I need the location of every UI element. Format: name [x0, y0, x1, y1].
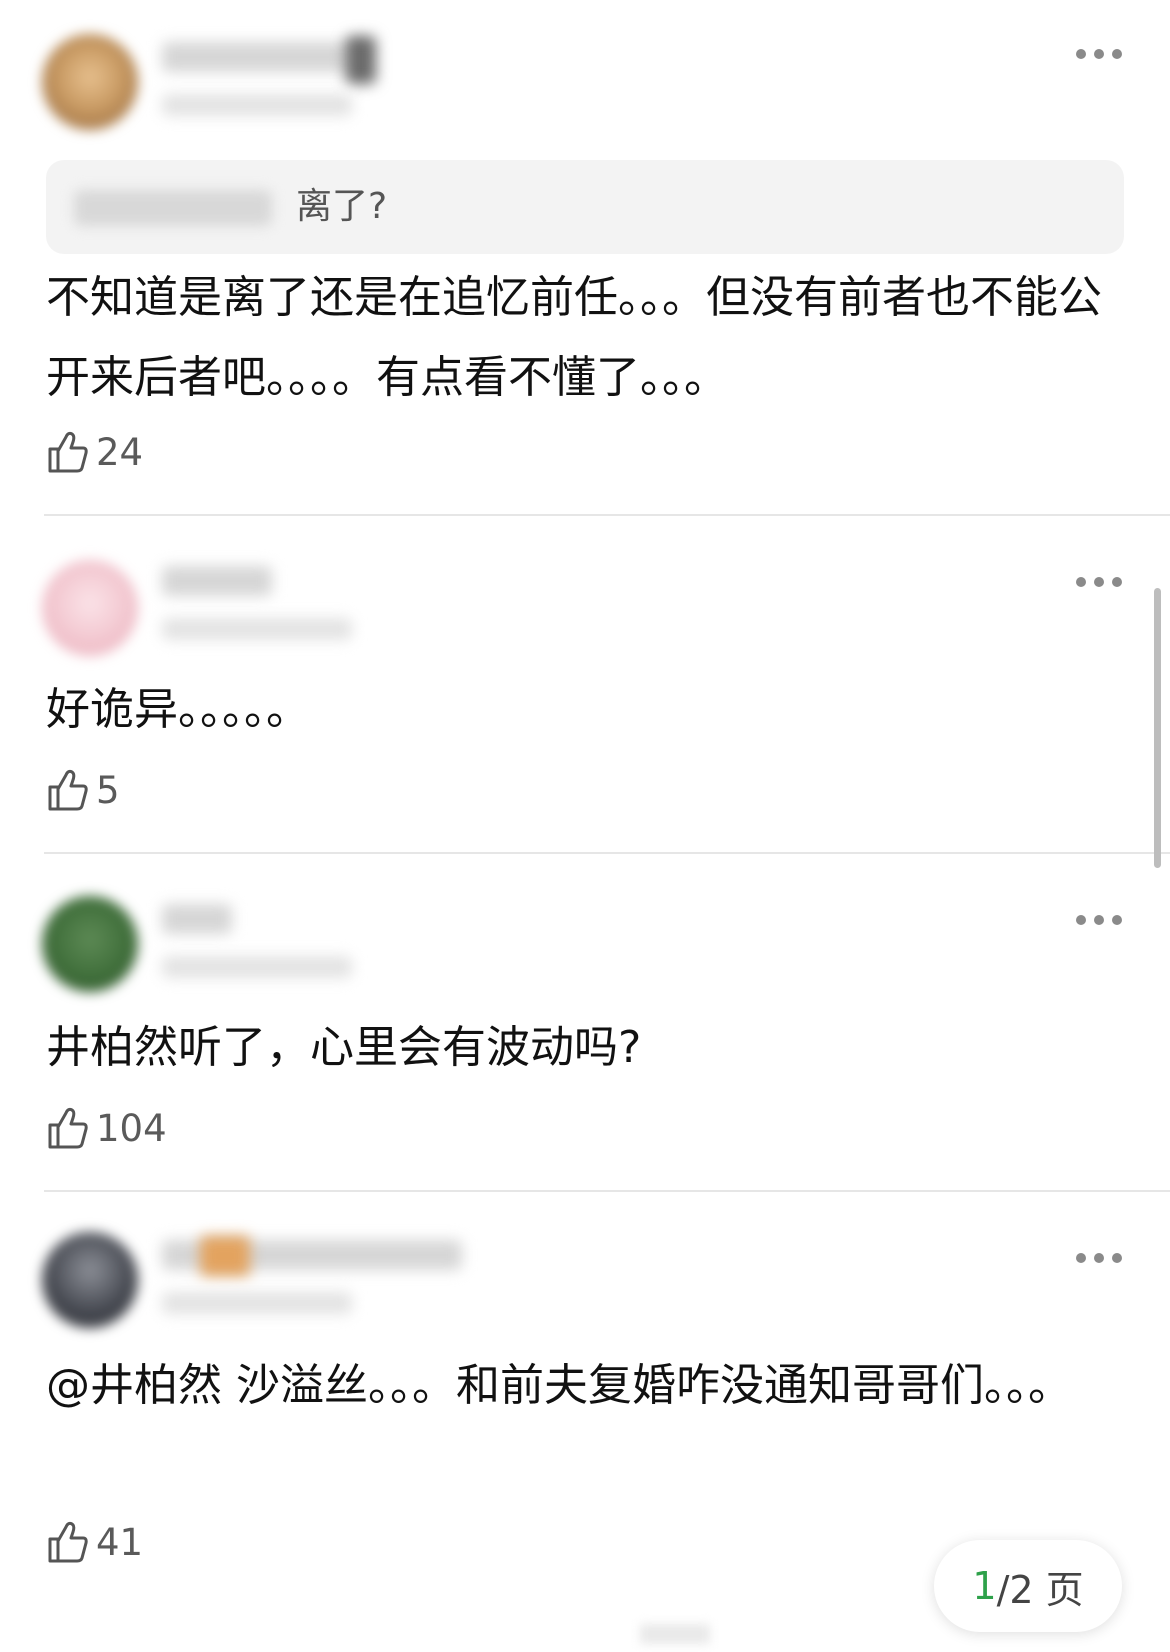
- more-dots-icon: [1076, 577, 1086, 587]
- more-dots-icon: [1076, 915, 1086, 925]
- thumbs-up-icon: [48, 1521, 88, 1563]
- like-button[interactable]: 41: [46, 1518, 143, 1566]
- comment-text: 好诡异。。。。。: [46, 684, 310, 735]
- scrollbar[interactable]: [1154, 588, 1161, 868]
- loading-indicator-blurred: [640, 1624, 710, 1644]
- divider: [44, 1190, 1170, 1192]
- avatar[interactable]: [42, 34, 138, 130]
- comment-text: 井柏然听了，心里会有波动吗?: [46, 1022, 642, 1073]
- comment-meta-blurred: [162, 956, 352, 978]
- current-page: 1: [972, 1564, 997, 1608]
- comment-meta-blurred: [162, 618, 352, 640]
- like-button[interactable]: 5: [46, 766, 120, 814]
- user-badge-blurred: [200, 1236, 250, 1276]
- more-options-button[interactable]: [1076, 576, 1122, 588]
- quoted-reply[interactable]: 离了?: [46, 160, 1124, 254]
- comment-text: 不知道是离了还是在追忆前任。。。但没有前者也不能公开来后者吧。。。。有点看不懂了…: [46, 272, 1102, 403]
- comment-meta-blurred: [162, 1292, 352, 1314]
- like-button[interactable]: 104: [46, 1104, 167, 1152]
- quoted-user-blurred: [74, 190, 272, 226]
- user-badge-blurred: [346, 36, 376, 84]
- thumbs-up-icon: [48, 769, 88, 811]
- quoted-text: 离了?: [296, 186, 388, 227]
- more-options-button[interactable]: [1076, 1252, 1122, 1264]
- thumbs-up-icon: [48, 1107, 88, 1149]
- like-count: 104: [96, 1106, 167, 1150]
- more-options-button[interactable]: [1076, 48, 1122, 60]
- username-blurred[interactable]: [162, 904, 232, 934]
- thumbs-up-icon: [48, 431, 88, 473]
- comment-meta-blurred: [162, 94, 352, 116]
- username-blurred[interactable]: [162, 566, 272, 596]
- more-dots-icon: [1076, 1253, 1086, 1263]
- like-count: 24: [96, 430, 144, 474]
- more-options-button[interactable]: [1076, 914, 1122, 926]
- avatar[interactable]: [42, 1232, 138, 1328]
- like-button[interactable]: 24: [46, 428, 143, 476]
- divider: [44, 514, 1170, 516]
- divider: [44, 852, 1170, 854]
- username-blurred[interactable]: [162, 42, 362, 72]
- more-dots-icon: [1076, 49, 1086, 59]
- avatar[interactable]: [42, 560, 138, 656]
- page-indicator[interactable]: 1/2 页: [934, 1540, 1122, 1632]
- total-pages: /2 页: [996, 1567, 1084, 1612]
- avatar[interactable]: [42, 896, 138, 992]
- comment-text: @井柏然 沙溢丝。。。和前夫复婚咋没通知哥哥们。。。: [46, 1360, 1072, 1411]
- like-count: 41: [96, 1520, 144, 1564]
- like-count: 5: [96, 768, 120, 812]
